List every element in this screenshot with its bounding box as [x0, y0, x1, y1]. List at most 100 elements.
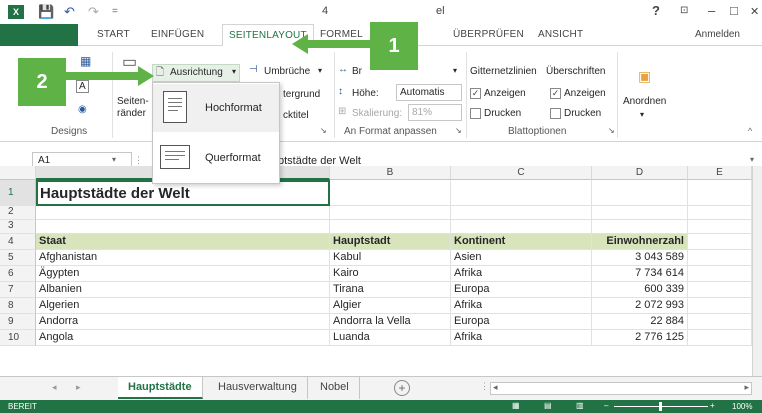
orientation-button-label[interactable]: Ausrichtung: [170, 67, 223, 78]
fonts-icon[interactable]: A: [76, 80, 89, 93]
table-cell[interactable]: Angola: [36, 330, 330, 346]
cell[interactable]: [688, 266, 752, 282]
cell[interactable]: [451, 180, 592, 206]
cell[interactable]: [36, 206, 330, 220]
arrange-icon[interactable]: ▣: [638, 68, 651, 85]
table-cell[interactable]: Kairo: [330, 266, 451, 282]
tab-split-handle-icon[interactable]: ⋮: [480, 381, 489, 392]
cell[interactable]: [688, 250, 752, 266]
gridlines-view-checkbox[interactable]: ✓: [470, 88, 481, 99]
margins-label-line1[interactable]: Seiten-: [117, 96, 149, 107]
headings-print-checkbox[interactable]: [550, 108, 561, 119]
cell[interactable]: [688, 234, 752, 250]
headings-view-checkbox[interactable]: ✓: [550, 88, 561, 99]
table-cell[interactable]: Afghanistan: [36, 250, 330, 266]
table-cell[interactable]: 2 072 993: [592, 298, 688, 314]
save-icon[interactable]: 💾: [38, 4, 54, 20]
dialog-launcher-icon[interactable]: ↘: [608, 126, 615, 135]
restore-button[interactable]: □: [730, 3, 738, 18]
cell[interactable]: [330, 206, 451, 220]
cell[interactable]: [688, 330, 752, 346]
table-header-hauptstadt[interactable]: Hauptstadt: [330, 234, 451, 250]
table-cell[interactable]: 22 884: [592, 314, 688, 330]
undo-icon[interactable]: ↶: [64, 4, 75, 20]
vertical-scrollbar[interactable]: [752, 166, 762, 376]
scroll-right-icon[interactable]: ▸: [76, 382, 81, 393]
zoom-in-button[interactable]: +: [710, 401, 715, 410]
file-tab[interactable]: [0, 24, 78, 46]
minimize-button[interactable]: –: [708, 3, 715, 18]
row-header[interactable]: 10: [0, 330, 36, 346]
tab-formeln[interactable]: FORMEL: [320, 29, 363, 40]
cell[interactable]: [592, 180, 688, 206]
horizontal-scrollbar[interactable]: ◂ ▸: [490, 382, 752, 395]
table-cell[interactable]: Andorra: [36, 314, 330, 330]
row-header[interactable]: 6: [0, 266, 36, 282]
tab-einfuegen[interactable]: EINFÜGEN: [151, 29, 204, 40]
cell[interactable]: [688, 282, 752, 298]
close-button[interactable]: ✕: [750, 5, 759, 18]
dialog-launcher-icon[interactable]: ↘: [455, 126, 462, 135]
table-header-einwohnerzahl[interactable]: Einwohnerzahl: [592, 234, 688, 250]
customize-quick-access-icon[interactable]: =: [112, 6, 118, 17]
cell[interactable]: [36, 220, 330, 234]
column-header-b[interactable]: B: [330, 166, 451, 180]
tab-ueberpruefen[interactable]: ÜBERPRÜFEN: [453, 29, 524, 40]
table-header-kontinent[interactable]: Kontinent: [451, 234, 592, 250]
table-cell[interactable]: Europa: [451, 282, 592, 298]
row-header[interactable]: 1: [0, 180, 36, 206]
chevron-down-icon[interactable]: ▾: [112, 155, 116, 164]
table-cell[interactable]: Ägypten: [36, 266, 330, 282]
row-header[interactable]: 3: [0, 220, 36, 234]
cell[interactable]: [451, 220, 592, 234]
cell[interactable]: [592, 206, 688, 220]
breaks-button-label[interactable]: Umbrüche: [264, 66, 310, 77]
worksheet-grid[interactable]: A B C D E 1 Hauptstädte der Welt 2 3 4 S…: [0, 166, 762, 376]
row-header[interactable]: 5: [0, 250, 36, 266]
cell[interactable]: [688, 298, 752, 314]
select-all-corner[interactable]: [0, 166, 36, 180]
zoom-out-button[interactable]: –: [604, 401, 608, 410]
cell[interactable]: [688, 206, 752, 220]
scroll-right-icon[interactable]: ▸: [744, 382, 749, 393]
table-cell[interactable]: Afrika: [451, 266, 592, 282]
sheet-tab-hausverwaltung[interactable]: Hausverwaltung: [208, 377, 308, 399]
orientation-option-landscape[interactable]: Querformat: [153, 134, 279, 182]
gridlines-print-checkbox[interactable]: [470, 108, 481, 119]
table-cell[interactable]: Albanien: [36, 282, 330, 298]
table-cell[interactable]: Afrika: [451, 298, 592, 314]
breaks-icon[interactable]: ⊣: [249, 64, 258, 75]
table-cell[interactable]: Tirana: [330, 282, 451, 298]
add-sheet-icon[interactable]: +: [394, 380, 410, 396]
background-button-fragment[interactable]: tergrund: [283, 89, 320, 100]
table-cell[interactable]: 600 339: [592, 282, 688, 298]
height-select[interactable]: Automatis: [396, 84, 462, 101]
signin-link[interactable]: Anmelden: [695, 29, 740, 40]
cell[interactable]: [330, 220, 451, 234]
page-layout-view-icon[interactable]: ▤: [544, 401, 552, 410]
zoom-level[interactable]: 100%: [732, 402, 752, 411]
help-button[interactable]: ?: [652, 3, 660, 18]
table-cell[interactable]: Asien: [451, 250, 592, 266]
tab-ansicht[interactable]: ANSICHT: [538, 29, 583, 40]
table-cell[interactable]: Afrika: [451, 330, 592, 346]
table-cell[interactable]: Algerien: [36, 298, 330, 314]
collapse-ribbon-icon[interactable]: ^: [748, 126, 752, 136]
table-cell[interactable]: Europa: [451, 314, 592, 330]
chevron-down-icon[interactable]: ▾: [232, 67, 236, 76]
margins-icon[interactable]: ▭: [122, 52, 137, 72]
sheet-tab-nobel[interactable]: Nobel: [310, 377, 360, 399]
scroll-left-icon[interactable]: ◂: [493, 382, 498, 393]
cell[interactable]: [330, 180, 451, 206]
chevron-down-icon[interactable]: ▾: [640, 110, 644, 119]
zoom-slider-handle[interactable]: [659, 402, 662, 411]
table-cell[interactable]: 2 776 125: [592, 330, 688, 346]
chevron-down-icon[interactable]: ▾: [318, 66, 322, 75]
row-header[interactable]: 9: [0, 314, 36, 330]
print-titles-button-fragment[interactable]: cktitel: [283, 110, 309, 121]
table-cell[interactable]: 3 043 589: [592, 250, 688, 266]
row-header[interactable]: 7: [0, 282, 36, 298]
cell[interactable]: [688, 180, 752, 206]
sheet-tab-hauptstaedte[interactable]: Hauptstädte: [118, 377, 203, 399]
dialog-launcher-icon[interactable]: ↘: [320, 126, 327, 135]
